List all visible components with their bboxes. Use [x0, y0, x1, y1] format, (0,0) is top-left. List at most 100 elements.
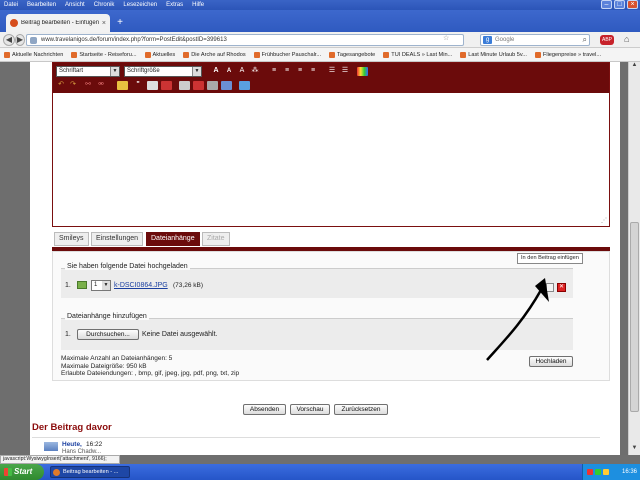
- bookmark-item[interactable]: Fliegenpreise » travel...: [534, 51, 601, 58]
- font-size-select[interactable]: Schriftgröße ▼: [124, 66, 202, 77]
- google-icon: g: [483, 36, 492, 44]
- menu-bar: Datei Bearbeiten Ansicht Chronik Lesezei…: [0, 0, 640, 10]
- preview-button[interactable]: Vorschau: [290, 404, 330, 415]
- page-viewport: Schriftart ▼ Schriftgröße ▼ A A A ⁂ ≡ ≡ …: [0, 62, 628, 455]
- bookmark-item[interactable]: Last Minute Urlaub 5v...: [460, 51, 527, 58]
- menu-chronik[interactable]: Chronik: [94, 2, 115, 8]
- start-button[interactable]: Start: [0, 464, 44, 480]
- add-index: 1.: [65, 331, 71, 338]
- close-tab-icon[interactable]: ×: [102, 20, 106, 27]
- forum-page: Schriftart ▼ Schriftgröße ▼ A A A ⁂ ≡ ≡ …: [30, 62, 620, 455]
- menu-extras[interactable]: Extras: [166, 2, 183, 8]
- submit-button[interactable]: Absenden: [243, 404, 286, 415]
- firefox-icon: [53, 469, 60, 476]
- table-icon[interactable]: [179, 81, 190, 90]
- bookmark-star-icon[interactable]: ☆: [443, 34, 449, 42]
- tab-einstellungen[interactable]: Einstellungen: [91, 232, 144, 246]
- taskbar-task[interactable]: Beitrag bearbeiten - ...: [50, 466, 130, 478]
- tray-icon[interactable]: [603, 469, 609, 475]
- font-bigger-icon[interactable]: A: [211, 66, 221, 76]
- align-right-icon[interactable]: ≡: [295, 66, 305, 76]
- attachment-file-size: (73,26 kB): [173, 282, 203, 289]
- bookmark-item[interactable]: TUI DEALS » Last Min...: [383, 51, 452, 58]
- bookmark-item[interactable]: Frühbucher Pauschalr...: [253, 51, 321, 58]
- bookmark-item[interactable]: Aktuelles: [144, 51, 175, 58]
- image-icon[interactable]: [117, 81, 128, 90]
- scroll-up-icon[interactable]: ▲: [629, 62, 640, 72]
- menu-ansicht[interactable]: Ansicht: [65, 2, 85, 8]
- message-textarea[interactable]: ⋰: [53, 93, 609, 226]
- browse-button[interactable]: Durchsuchen...: [77, 329, 139, 340]
- position-select[interactable]: 1 ▼: [91, 280, 111, 291]
- bookmark-label: Startseite - Reiseforu...: [79, 51, 137, 58]
- close-window-button[interactable]: ×: [627, 0, 638, 9]
- clear-format-icon[interactable]: ⁂: [250, 66, 260, 76]
- insert-tooltip: In den Beitrag einfügen: [517, 253, 583, 264]
- color-palette-icon[interactable]: [357, 67, 368, 76]
- list-numbers-icon[interactable]: ☰: [340, 66, 350, 76]
- no-file-text: Keine Datei ausgewählt.: [142, 331, 218, 338]
- maximize-button[interactable]: □: [614, 0, 625, 9]
- address-bar[interactable]: www.travelanigos.de/forum/index.php?form…: [26, 34, 464, 46]
- status-bar-url: javascript:WysiwygInsert('attachment', 9…: [0, 455, 120, 464]
- bookmark-icon: [534, 51, 541, 58]
- tray-icon[interactable]: [587, 469, 593, 475]
- table-cell-icon[interactable]: [221, 81, 232, 90]
- resize-grip-icon[interactable]: ⋰: [601, 217, 607, 224]
- bookmark-item[interactable]: Aktuelle Nachrichten: [4, 51, 63, 58]
- bookmark-icon: [329, 51, 336, 58]
- align-left-icon[interactable]: ≡: [269, 66, 279, 76]
- quote-icon[interactable]: ": [133, 80, 143, 90]
- new-tab-button[interactable]: +: [114, 16, 126, 30]
- back-button[interactable]: ◀: [3, 34, 15, 46]
- bookmark-label: Last Minute Urlaub 5v...: [468, 51, 527, 58]
- tab-zitate[interactable]: Zitate: [202, 232, 230, 246]
- table-col-icon[interactable]: [207, 81, 218, 90]
- table-row-icon[interactable]: [193, 81, 204, 90]
- taskbar-task-label: Beitrag bearbeiten - ...: [63, 469, 119, 475]
- redo-icon[interactable]: ↷: [68, 80, 78, 90]
- bookmark-icon: [144, 51, 151, 58]
- bookmark-item[interactable]: Tagesangebote: [329, 51, 375, 58]
- font-family-select-value: Schriftart: [59, 68, 84, 74]
- chevron-down-icon: ▼: [102, 281, 110, 290]
- tab-dateianhaenge[interactable]: Dateianhänge: [146, 232, 200, 246]
- file-index: 1.: [65, 282, 71, 289]
- menu-lesezeichen[interactable]: Lesezeichen: [123, 2, 157, 8]
- link-icon[interactable]: ⚯: [83, 80, 93, 90]
- align-justify-icon[interactable]: ≡: [308, 66, 318, 76]
- vertical-scrollbar[interactable]: ▲ ▼: [628, 62, 640, 455]
- search-icon[interactable]: ⌕: [583, 35, 587, 45]
- clock[interactable]: 16:36: [622, 469, 637, 475]
- bookmark-item[interactable]: Die Arche auf Rhodos: [183, 51, 246, 58]
- post-icon: [44, 442, 58, 451]
- adblock-icon[interactable]: ABP: [600, 35, 614, 45]
- tray-icon[interactable]: [595, 469, 601, 475]
- scroll-down-icon[interactable]: ▼: [629, 445, 640, 455]
- forward-button[interactable]: ▶: [15, 34, 25, 46]
- align-center-icon[interactable]: ≡: [282, 66, 292, 76]
- menu-bearbeiten[interactable]: Bearbeiten: [27, 2, 56, 8]
- bookmark-item[interactable]: Startseite - Reiseforu...: [71, 51, 137, 58]
- media-icon[interactable]: [239, 81, 250, 90]
- font-family-select[interactable]: Schriftart ▼: [56, 66, 120, 77]
- menu-datei[interactable]: Datei: [4, 2, 18, 8]
- scrollbar-thumb[interactable]: [630, 222, 639, 412]
- search-box[interactable]: g Google ⌕: [480, 34, 590, 46]
- text-color-icon[interactable]: A: [237, 66, 247, 76]
- php-icon[interactable]: [161, 81, 172, 90]
- unlink-icon[interactable]: ⚮: [96, 80, 106, 90]
- reset-button[interactable]: Zurücksetzen: [334, 404, 388, 415]
- minimize-button[interactable]: –: [601, 0, 612, 9]
- code-icon[interactable]: [147, 81, 158, 90]
- wysiwyg-editor: Schriftart ▼ Schriftgröße ▼ A A A ⁂ ≡ ≡ …: [52, 62, 610, 227]
- home-icon[interactable]: ⌂: [624, 34, 629, 44]
- menu-hilfe[interactable]: Hilfe: [192, 2, 204, 8]
- attachment-file-link[interactable]: k-DSCI0864.JPG: [114, 282, 168, 289]
- font-smaller-icon[interactable]: A: [224, 66, 234, 76]
- undo-icon[interactable]: ↶: [56, 80, 66, 90]
- tab-smileys[interactable]: Smileys: [54, 232, 89, 246]
- chevron-down-icon: ▼: [110, 67, 119, 76]
- list-bullets-icon[interactable]: ☰: [327, 66, 337, 76]
- browser-tab[interactable]: Beitrag bearbeiten - Einfügen... ×: [6, 14, 110, 32]
